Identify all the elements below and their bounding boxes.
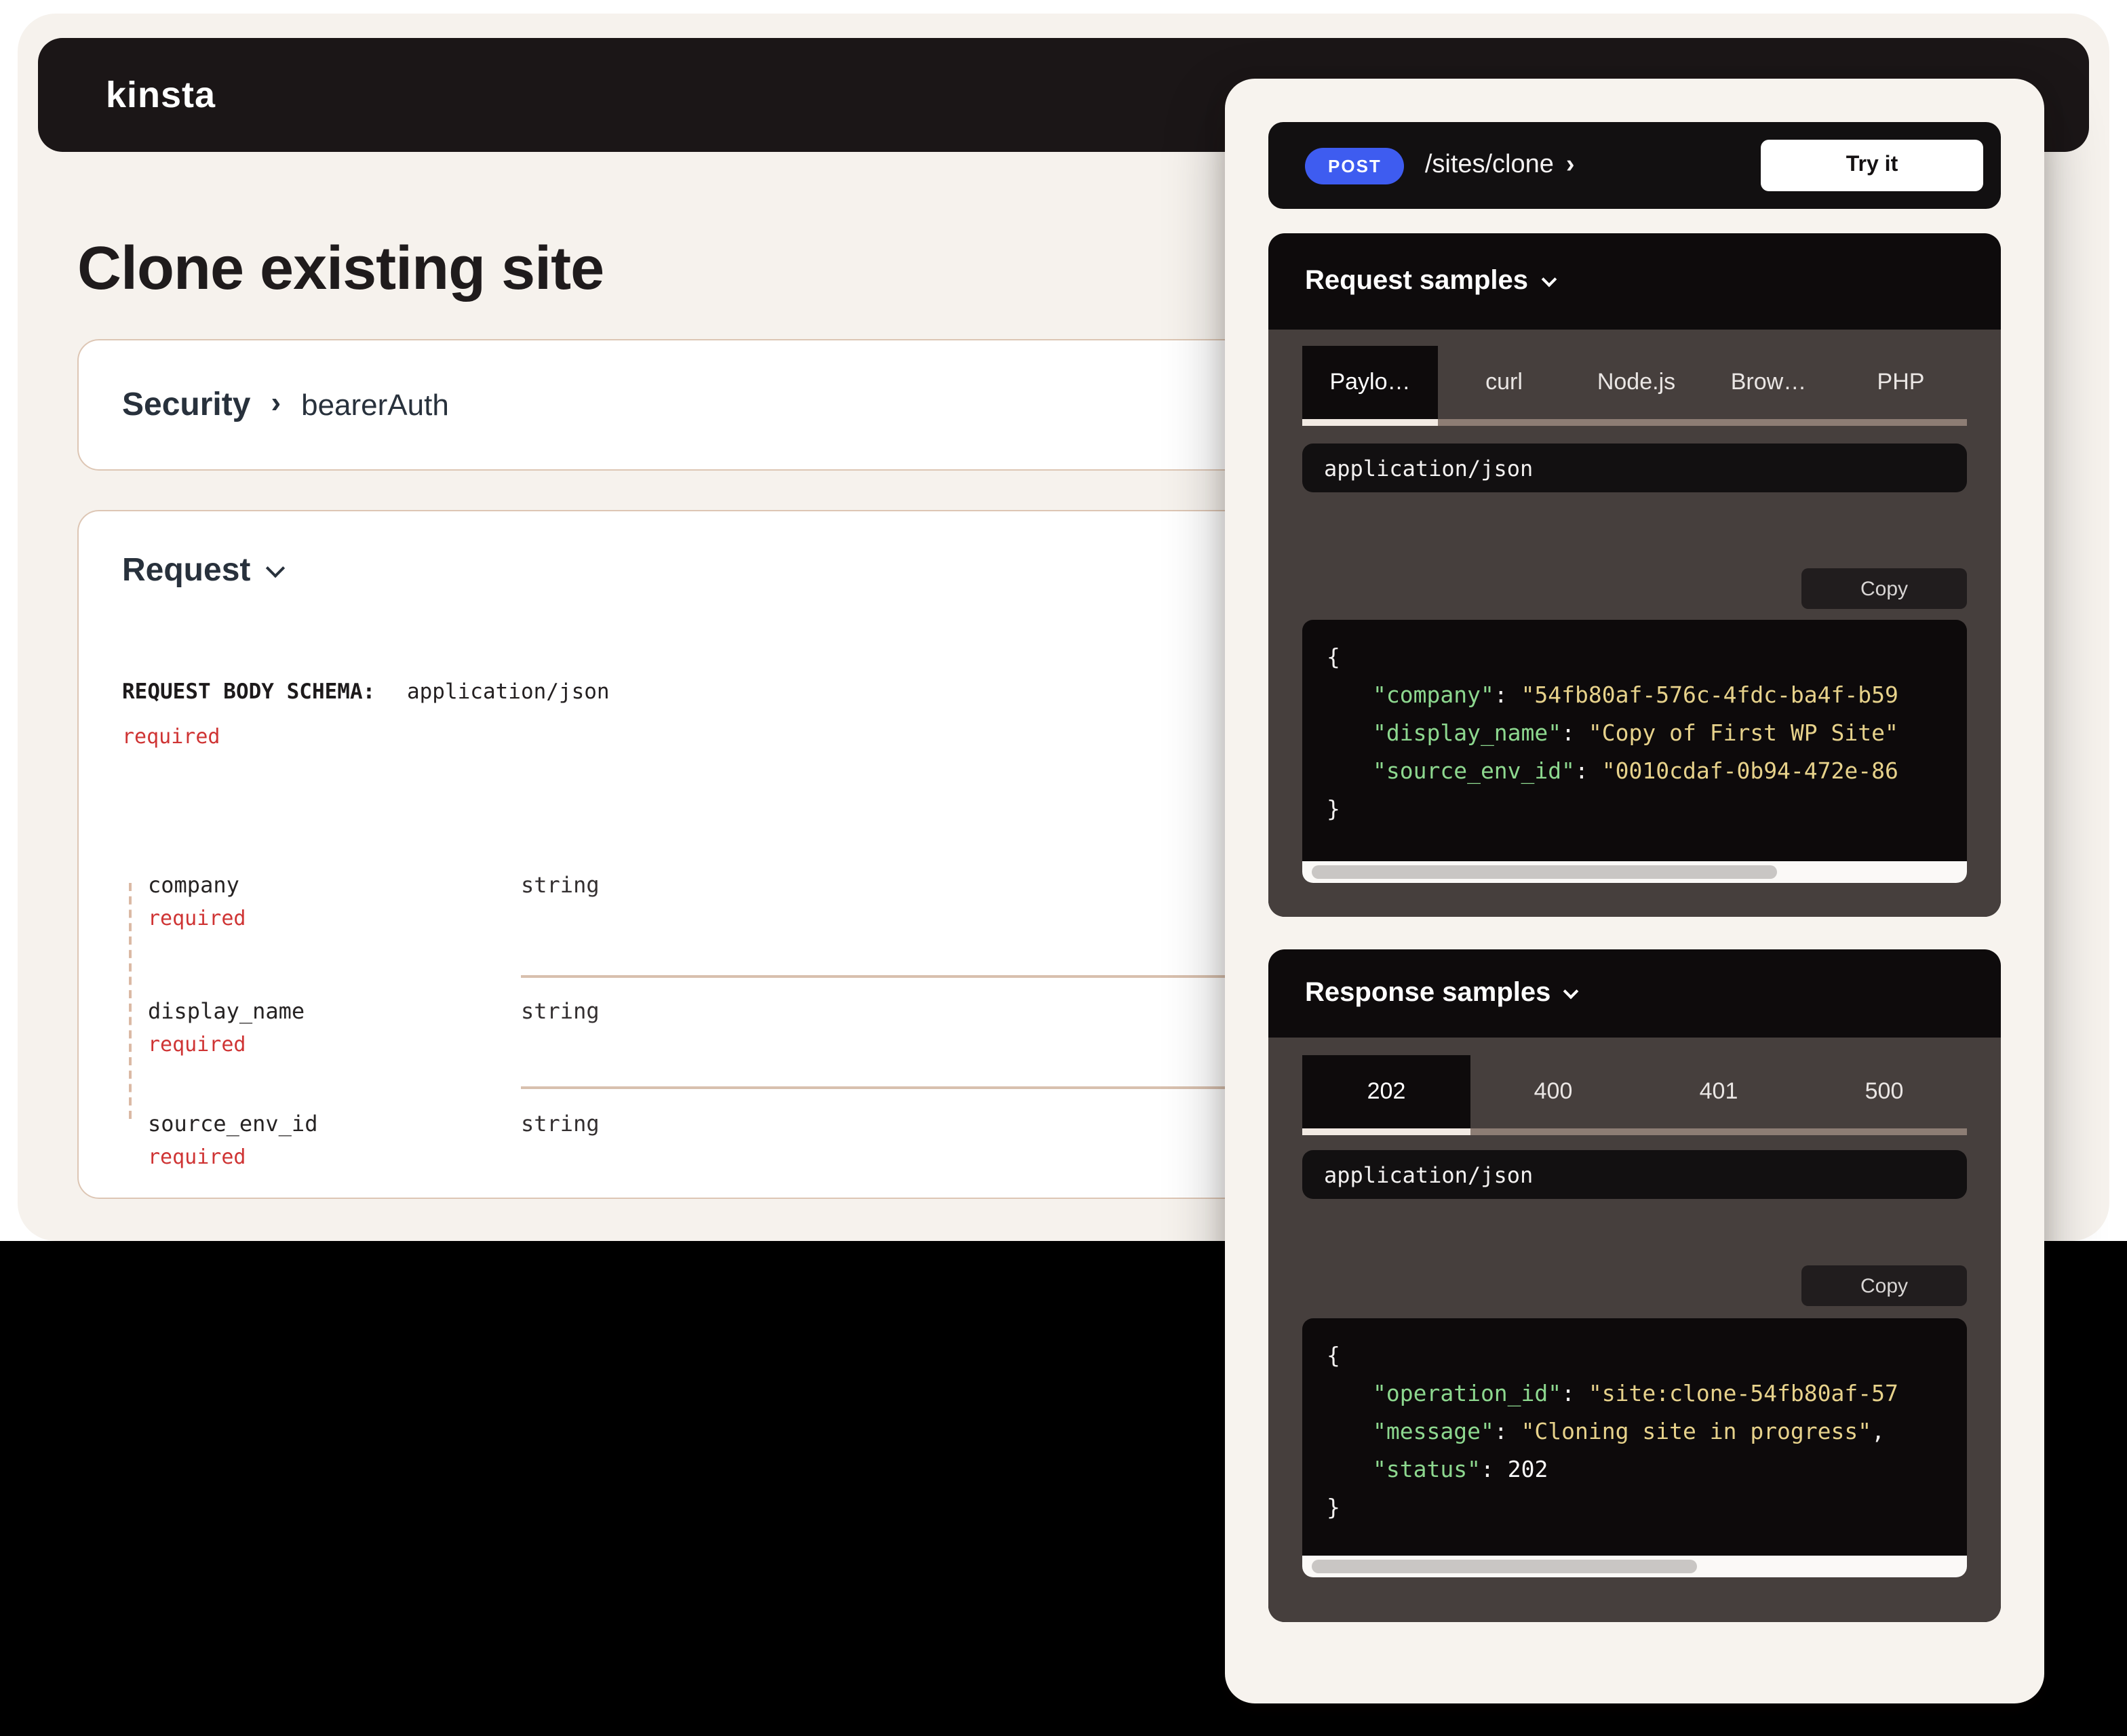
api-samples-panel: POST /sites/clone › Try it Request sampl…	[1225, 79, 2044, 1703]
request-section-toggle[interactable]: Request	[122, 552, 285, 590]
tab-400[interactable]: 400	[1470, 1055, 1636, 1128]
code-line: {	[1327, 644, 1340, 670]
tab-500[interactable]: 500	[1801, 1055, 1967, 1128]
tab-underline-active	[1302, 419, 1438, 426]
field-name: source_env_id	[148, 1111, 318, 1137]
horizontal-scrollbar	[1302, 861, 1967, 883]
horizontal-scrollbar	[1302, 1556, 1967, 1577]
code-line: "status": 202	[1373, 1457, 1548, 1482]
tab-curl[interactable]: curl	[1438, 346, 1570, 419]
security-title: Security	[122, 386, 251, 422]
tab-202[interactable]: 202	[1302, 1055, 1470, 1128]
tab-payload[interactable]: Paylo…	[1302, 346, 1438, 419]
chevron-down-icon	[1540, 271, 1557, 288]
code-line: "company": "54fb80af-576c-4fdc-ba4f-b59	[1373, 682, 1898, 708]
code-line: "operation_id": "site:clone-54fb80af-57	[1373, 1381, 1898, 1406]
response-samples-section: Response samples 202 400 401 500 applica…	[1268, 949, 2001, 1622]
schema-required-flag: required	[122, 724, 220, 749]
response-code-block: { "operation_id": "site:clone-54fb80af-5…	[1302, 1318, 1967, 1577]
status-code-tabs: 202 400 401 500	[1302, 1055, 1967, 1128]
schema-content-type: application/json	[406, 679, 610, 704]
request-samples-section: Request samples Paylo… curl Node.js Brow…	[1268, 233, 2001, 917]
copy-button[interactable]: Copy	[1801, 1265, 1967, 1306]
code-line: "source_env_id": "0010cdaf-0b94-472e-86	[1373, 758, 1898, 784]
field-type: string	[521, 998, 600, 1024]
tab-php[interactable]: PHP	[1835, 346, 1967, 419]
scrollbar-thumb[interactable]	[1312, 865, 1777, 879]
chevron-right-icon: ›	[1565, 151, 1575, 179]
copy-button[interactable]: Copy	[1801, 568, 1967, 609]
response-samples-title: Response samples	[1305, 978, 1551, 1008]
request-samples-body: Paylo… curl Node.js Brow… PHP applicatio…	[1268, 330, 2001, 917]
request-code-block: { "company": "54fb80af-576c-4fdc-ba4f-b5…	[1302, 620, 1967, 883]
code-line: }	[1327, 1495, 1340, 1520]
chevron-down-icon	[265, 558, 285, 578]
response-samples-toggle[interactable]: Response samples	[1268, 949, 2001, 1038]
request-title: Request	[122, 552, 251, 589]
field-required-flag: required	[148, 1032, 246, 1057]
try-it-button[interactable]: Try it	[1761, 140, 1983, 191]
request-samples-toggle[interactable]: Request samples	[1268, 233, 2001, 330]
code-line: }	[1327, 796, 1340, 822]
code-line: "message": "Cloning site in progress",	[1373, 1419, 1885, 1444]
tab-underline-track	[1302, 1128, 1967, 1135]
scrollbar-thumb[interactable]	[1312, 1560, 1698, 1573]
tab-underline-active	[1302, 1128, 1470, 1135]
tab-underline-track	[1302, 419, 1967, 426]
field-required-flag: required	[148, 906, 246, 930]
code-line: "display_name": "Copy of First WP Site"	[1373, 720, 1898, 746]
kinsta-logo[interactable]: kinsta	[106, 74, 216, 116]
field-name: display_name	[148, 998, 305, 1024]
chevron-down-icon	[1563, 983, 1579, 1000]
field-type: string	[521, 1111, 600, 1137]
tab-nodejs[interactable]: Node.js	[1570, 346, 1702, 419]
field-name: company	[148, 872, 239, 898]
field-type: string	[521, 872, 600, 898]
tree-connector-line	[129, 883, 132, 1119]
tab-401[interactable]: 401	[1636, 1055, 1801, 1128]
tab-browser[interactable]: Brow…	[1702, 346, 1835, 419]
page-title: Clone existing site	[77, 233, 604, 302]
schema-label: REQUEST BODY SCHEMA:	[122, 679, 376, 704]
request-samples-title: Request samples	[1305, 266, 1529, 296]
endpoint-path: /sites/clone	[1424, 151, 1554, 179]
content-type-box: application/json	[1302, 1150, 1967, 1199]
response-samples-body: 202 400 401 500 application/json Copy { …	[1268, 1038, 2001, 1622]
content-type-box: application/json	[1302, 443, 1967, 492]
field-required-flag: required	[148, 1145, 246, 1169]
chevron-right-icon: ›	[271, 385, 281, 419]
request-body-schema-line: REQUEST BODY SCHEMA: application/json	[122, 679, 610, 704]
endpoint-bar: POST /sites/clone › Try it	[1268, 122, 2001, 209]
language-tabs: Paylo… curl Node.js Brow… PHP	[1302, 346, 1967, 419]
http-method-badge: POST	[1305, 147, 1405, 184]
screenshot-root: kinsta Clone existing site Security › be…	[0, 0, 2127, 1736]
code-line: {	[1327, 1343, 1340, 1368]
security-auth-method: bearerAuth	[301, 387, 449, 421]
